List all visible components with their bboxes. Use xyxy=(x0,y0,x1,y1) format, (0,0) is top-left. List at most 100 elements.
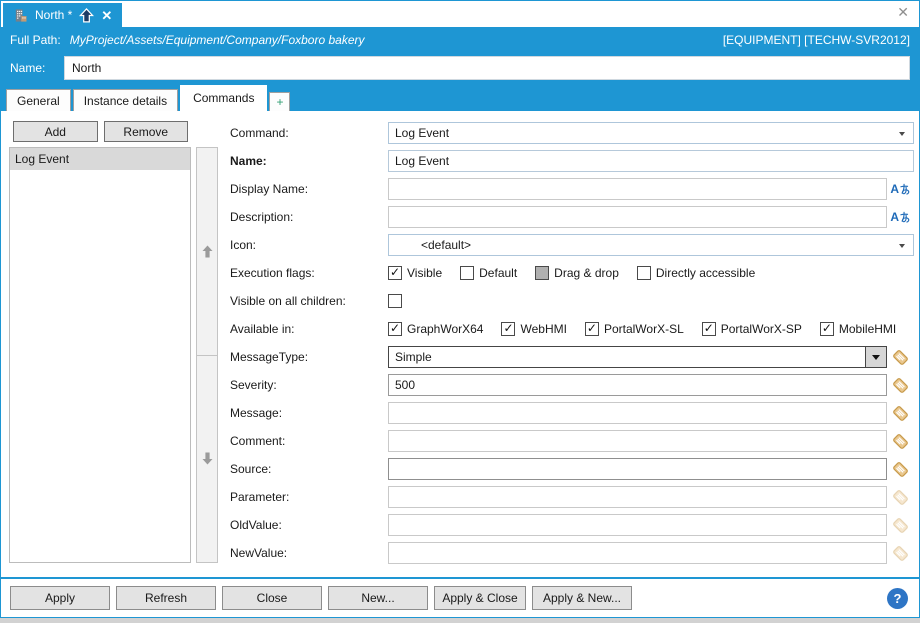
display-name-input[interactable] xyxy=(388,178,887,200)
checkbox-icon[interactable] xyxy=(535,266,549,280)
localize-icon[interactable]: A xyxy=(890,182,911,196)
tab-instance-details[interactable]: Instance details xyxy=(73,89,178,111)
field-label: Severity: xyxy=(230,378,388,392)
field-label: Visible on all children: xyxy=(230,294,388,308)
checkbox-label: MobileHMI xyxy=(839,322,896,336)
checkbox-graphworx64[interactable]: GraphWorX64 xyxy=(388,322,483,336)
field-label: Source: xyxy=(230,462,388,476)
checkbox-default[interactable]: Default xyxy=(460,266,517,280)
add-button[interactable]: Add xyxy=(13,121,98,142)
tag-icon[interactable] xyxy=(891,404,910,423)
document-tab-north[interactable]: North * ✕ xyxy=(3,3,122,27)
new-value-input[interactable] xyxy=(388,542,887,564)
command-list[interactable]: Log Event xyxy=(9,147,191,563)
tag-icon xyxy=(891,544,910,563)
tab-label: Commands xyxy=(193,91,254,105)
form-row-description: Description: A xyxy=(230,203,914,231)
name-bar: Name: xyxy=(1,52,919,83)
field-label: Parameter: xyxy=(230,490,388,504)
command-dropdown[interactable]: Log Event xyxy=(388,122,914,144)
checkbox-icon[interactable] xyxy=(388,294,402,308)
tab-add-new[interactable]: + xyxy=(269,92,290,111)
checkbox-portalworx-sp[interactable]: PortalWorX-SP xyxy=(702,322,802,336)
apply-button[interactable]: Apply xyxy=(10,586,110,610)
description-input[interactable] xyxy=(388,206,887,228)
list-button-row: Add Remove xyxy=(13,121,188,142)
new-button[interactable]: New... xyxy=(328,586,428,610)
checkbox-drag-drop[interactable]: Drag & drop xyxy=(535,266,619,280)
form-row-message: Message: xyxy=(230,399,914,427)
field-label: Message: xyxy=(230,406,388,420)
footer-bar: Apply Refresh Close New... Apply & Close… xyxy=(1,577,919,617)
apply-and-new-button[interactable]: Apply & New... xyxy=(532,586,632,610)
remove-button[interactable]: Remove xyxy=(104,121,189,142)
tag-icon[interactable] xyxy=(891,376,910,395)
tab-general[interactable]: General xyxy=(6,89,71,111)
list-item-log-event[interactable]: Log Event xyxy=(10,148,190,170)
checkbox-mobilehmi[interactable]: MobileHMI xyxy=(820,322,896,336)
refresh-button[interactable]: Refresh xyxy=(116,586,216,610)
field-label: Available in: xyxy=(230,322,388,336)
checkbox-label: PortalWorX-SL xyxy=(604,322,684,336)
tab-close-icon[interactable]: ✕ xyxy=(101,9,112,22)
list-item-label: Log Event xyxy=(15,152,69,166)
checkbox-label: PortalWorX-SP xyxy=(721,322,802,336)
tab-bar: General Instance details Commands + xyxy=(1,83,919,111)
checkbox-icon[interactable] xyxy=(388,266,402,280)
dropdown-value: Simple xyxy=(395,350,432,364)
checkbox-icon[interactable] xyxy=(460,266,474,280)
field-label: NewValue: xyxy=(230,546,388,560)
dropdown-arrow-icon xyxy=(899,244,905,248)
severity-input[interactable] xyxy=(388,374,887,396)
form-row-command: Command: Log Event xyxy=(230,119,914,147)
execution-flags-group: Visible Default Drag & drop Directly acc… xyxy=(388,266,914,280)
dropdown-arrow-icon xyxy=(899,132,905,136)
checkbox-icon[interactable] xyxy=(388,322,402,336)
source-input[interactable] xyxy=(388,458,887,480)
command-form: Command: Log Event Name: Display Name: A xyxy=(218,119,920,563)
old-value-input[interactable] xyxy=(388,514,887,536)
checkbox-visible-on-all-children[interactable] xyxy=(388,294,402,308)
move-up-button[interactable] xyxy=(196,147,218,356)
apply-and-close-button[interactable]: Apply & Close xyxy=(434,586,526,610)
dropdown-value: <default> xyxy=(421,238,471,252)
checkbox-icon[interactable] xyxy=(637,266,651,280)
field-label: Comment: xyxy=(230,434,388,448)
comment-input[interactable] xyxy=(388,430,887,452)
close-button[interactable]: Close xyxy=(222,586,322,610)
command-name-input[interactable] xyxy=(388,150,914,172)
parameter-input[interactable] xyxy=(388,486,887,508)
dropdown-button[interactable] xyxy=(865,347,886,367)
tag-icon xyxy=(891,516,910,535)
name-input[interactable] xyxy=(64,56,910,80)
tab-commands[interactable]: Commands xyxy=(180,85,267,111)
field-label: MessageType: xyxy=(230,350,388,364)
message-type-dropdown[interactable]: Simple xyxy=(388,346,887,368)
tag-icon[interactable] xyxy=(891,348,910,367)
full-path-label: Full Path: xyxy=(10,33,61,47)
checkbox-icon[interactable] xyxy=(501,322,515,336)
form-row-execution-flags: Execution flags: Visible Default Drag & … xyxy=(230,259,914,287)
message-input[interactable] xyxy=(388,402,887,424)
navigate-up-icon[interactable] xyxy=(79,8,94,23)
icon-dropdown[interactable]: <default> xyxy=(388,234,914,256)
tag-icon[interactable] xyxy=(891,460,910,479)
help-button[interactable]: ? xyxy=(887,588,908,609)
asset-config-window: North * ✕ ✕ Full Path: MyProject/Assets/… xyxy=(0,0,920,618)
reorder-strip xyxy=(196,147,218,563)
checkbox-portalworx-sl[interactable]: PortalWorX-SL xyxy=(585,322,684,336)
localize-icon[interactable]: A xyxy=(890,210,911,224)
document-tab-strip: North * ✕ ✕ xyxy=(1,1,919,27)
checkbox-visible[interactable]: Visible xyxy=(388,266,442,280)
move-down-button[interactable] xyxy=(196,356,218,564)
checkbox-icon[interactable] xyxy=(820,322,834,336)
tag-icon[interactable] xyxy=(891,432,910,451)
checkbox-directly-accessible[interactable]: Directly accessible xyxy=(637,266,755,280)
localize-a: A xyxy=(890,182,899,196)
checkbox-webhmi[interactable]: WebHMI xyxy=(501,322,566,336)
window-close-icon[interactable]: ✕ xyxy=(897,5,909,19)
localize-a: A xyxy=(890,210,899,224)
checkbox-icon[interactable] xyxy=(702,322,716,336)
available-in-group: GraphWorX64 WebHMI PortalWorX-SL PortalW… xyxy=(388,322,914,336)
checkbox-icon[interactable] xyxy=(585,322,599,336)
